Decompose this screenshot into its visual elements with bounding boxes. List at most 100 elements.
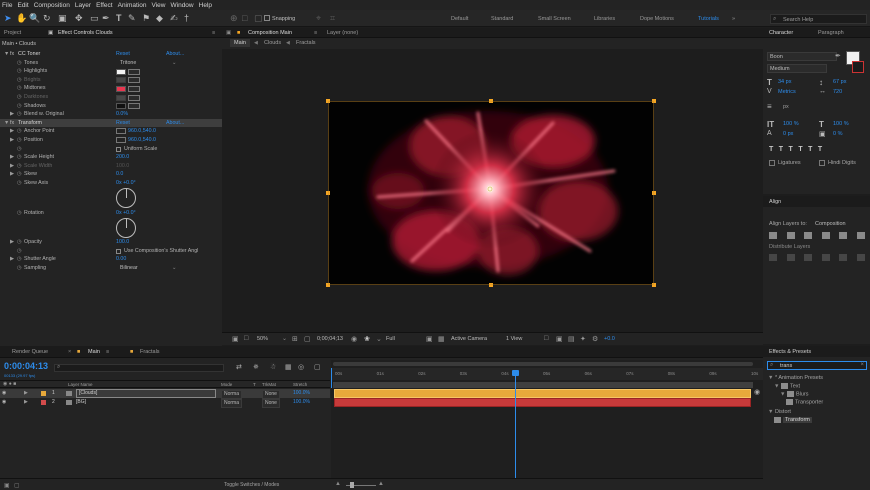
align-top-icon[interactable] xyxy=(821,232,830,239)
current-time-indicator[interactable] xyxy=(515,372,516,478)
effect-value[interactable]: 0.0 xyxy=(116,170,123,179)
effect-value[interactable]: 0x +0.0° xyxy=(116,179,136,188)
kerning-value[interactable]: Metrics xyxy=(778,89,796,95)
twirl-icon[interactable]: ▶ xyxy=(10,162,14,171)
vertical-scale-value[interactable]: 100 % xyxy=(783,121,799,127)
effect-row[interactable]: ◷ Midtones xyxy=(0,84,222,93)
menu-animation[interactable]: Animation xyxy=(118,2,147,9)
layer-twirl-icon[interactable]: ▶ xyxy=(24,389,28,398)
effect-value[interactable]: Uniform Scale xyxy=(124,145,157,154)
menu-edit[interactable]: Edit xyxy=(17,2,28,9)
effect-row[interactable]: ▶ ◷ Anchor Point 960.0,540.0 xyxy=(0,127,222,136)
chevron-down-icon[interactable]: ▼ xyxy=(780,391,787,397)
motion-blur-icon[interactable]: ◎ xyxy=(298,363,304,371)
effect-value[interactable]: Bilinear xyxy=(120,264,138,273)
layer-row[interactable]: ◉ ▶ 2 [BG] Norma None 100.0% xyxy=(0,398,330,408)
twirl-icon[interactable]: ▶ xyxy=(10,153,14,162)
effect-row[interactable]: ▶ ◷ Position 960.0,540.0 xyxy=(0,136,222,145)
menu-window[interactable]: Window xyxy=(171,2,194,9)
workspace-tutorials[interactable]: Tutorials xyxy=(698,16,719,22)
baseline-shift-value[interactable]: 0 px xyxy=(783,131,793,137)
fast-previews-icon[interactable]: ▣ xyxy=(556,335,563,343)
effect-row[interactable]: ◷ Use Composition's Shutter Angl xyxy=(0,247,222,256)
fx-toggle-icon[interactable]: fx xyxy=(10,50,14,59)
point-target-icon[interactable] xyxy=(116,128,126,135)
about-link[interactable]: About... xyxy=(166,50,184,59)
transparency-grid-icon[interactable]: ▦ xyxy=(438,335,445,343)
pan-behind-tool-icon[interactable]: ✥ xyxy=(75,14,83,23)
distribute-left-icon[interactable] xyxy=(821,254,830,261)
effect-row[interactable]: ◷ Shadows xyxy=(0,102,222,111)
tab-main[interactable]: Main xyxy=(88,349,100,355)
col-mode[interactable]: Mode xyxy=(221,382,232,387)
stopwatch-icon[interactable]: ◷ xyxy=(17,162,22,171)
work-area-bar[interactable] xyxy=(333,362,753,366)
frame-blending-icon[interactable]: ▦ xyxy=(285,363,292,371)
subtab-clouds[interactable]: Clouds xyxy=(264,40,281,46)
effect-row[interactable]: ◷ Rotation 0x +0.0° xyxy=(0,209,222,218)
toggle-switches-modes[interactable]: Toggle Switches / Modes xyxy=(224,482,279,488)
pen-tool-icon[interactable]: ✒ xyxy=(102,14,110,23)
distribute-bottom-icon[interactable] xyxy=(804,254,813,261)
comp-mini-flowchart-icon[interactable]: ⇄ xyxy=(236,363,242,371)
eye-visibility-icon[interactable]: ◉ xyxy=(2,389,6,398)
shape-tool-icon[interactable]: ▭ xyxy=(90,14,99,23)
effect-value[interactable]: Tritone xyxy=(120,59,136,68)
effect-row[interactable]: ◷ Darktones xyxy=(0,93,222,102)
twirl-icon[interactable]: ▼ xyxy=(4,119,9,128)
twirl-icon[interactable]: ▶ xyxy=(10,110,14,119)
resolution-dropdown[interactable]: Full xyxy=(386,336,395,342)
effects-search-input[interactable]: ⌕ trans × xyxy=(767,361,867,370)
draft-3d-icon[interactable]: ✵ xyxy=(253,363,259,371)
puppet-tool-icon[interactable]: † xyxy=(184,14,189,23)
zoom-slider-knob[interactable] xyxy=(350,482,354,488)
tab-fractals[interactable]: Fractals xyxy=(140,349,160,355)
transfer-controls-icon[interactable]: ▢ xyxy=(14,482,20,489)
distribute-right-icon[interactable] xyxy=(856,254,865,261)
col-t[interactable]: T xyxy=(253,382,256,387)
menu-composition[interactable]: Composition xyxy=(34,2,70,9)
preset-tree-item[interactable]: Transform xyxy=(774,417,812,424)
views-dropdown[interactable]: 1 View xyxy=(506,336,522,342)
timeline-timecode[interactable]: 0:00:04:13 xyxy=(4,361,48,371)
graph-editor-icon[interactable]: ▢ xyxy=(314,363,321,371)
color-swatch[interactable] xyxy=(116,94,126,101)
rotate-tool-icon[interactable]: ↻ xyxy=(43,14,51,23)
effect-value[interactable]: 0x +0.0° xyxy=(116,209,136,218)
clear-search-icon[interactable]: × xyxy=(860,362,864,368)
effect-value[interactable]: 100.0 xyxy=(116,238,129,247)
comp-tab-menu-icon[interactable]: ≡ xyxy=(314,30,317,36)
stopwatch-icon[interactable]: ◷ xyxy=(17,145,22,154)
channel-dropdown-icon[interactable]: ⌄ xyxy=(376,335,382,343)
effect-row[interactable]: ◷ Brights xyxy=(0,76,222,85)
stopwatch-icon[interactable]: ◷ xyxy=(17,67,22,76)
comp-button-icon[interactable]: ◉ xyxy=(754,388,760,396)
angle-dial[interactable] xyxy=(116,217,136,238)
stopwatch-icon[interactable]: ◷ xyxy=(17,153,22,162)
timeline-close-icon[interactable]: × xyxy=(68,349,71,355)
layer-name[interactable]: [BG] xyxy=(76,398,86,407)
workspace-overflow-icon[interactable]: » xyxy=(732,16,735,22)
stopwatch-icon[interactable]: ◷ xyxy=(17,255,22,264)
stopwatch-icon[interactable]: ◷ xyxy=(17,170,22,179)
font-style-dropdown[interactable]: Medium xyxy=(767,64,827,73)
chevron-down-icon[interactable]: ▼ xyxy=(768,375,775,381)
reset-exposure-icon[interactable]: ⚙ xyxy=(592,335,598,343)
type-tool-icon[interactable]: T xyxy=(116,14,122,23)
color-swatch[interactable] xyxy=(116,85,126,92)
stopwatch-icon[interactable]: ◷ xyxy=(17,76,22,85)
twirl-icon[interactable]: ▶ xyxy=(10,238,14,247)
workspace-small-screen[interactable]: Small Screen xyxy=(538,16,571,22)
layer-label-color[interactable] xyxy=(41,391,46,396)
distribute-top-icon[interactable] xyxy=(769,254,777,261)
effect-row[interactable]: ◷ Skew Axis 0x +0.0° xyxy=(0,179,222,188)
tab-render-queue[interactable]: Render Queue xyxy=(12,349,48,355)
flowchart-icon[interactable]: ✦ xyxy=(580,335,586,343)
effect-controls-lock-icon[interactable]: ▣ xyxy=(48,30,53,36)
layer-mode-dropdown[interactable]: Norma xyxy=(221,399,243,408)
panel-menu-icon[interactable]: ≡ xyxy=(212,30,215,36)
tab-layer-none[interactable]: Layer (none) xyxy=(327,30,358,36)
roto-brush-tool-icon[interactable]: ✍ xyxy=(170,14,178,23)
effect-value[interactable]: 960.0,540.0 xyxy=(128,136,156,145)
col-stretch[interactable]: Stretch xyxy=(293,382,307,387)
